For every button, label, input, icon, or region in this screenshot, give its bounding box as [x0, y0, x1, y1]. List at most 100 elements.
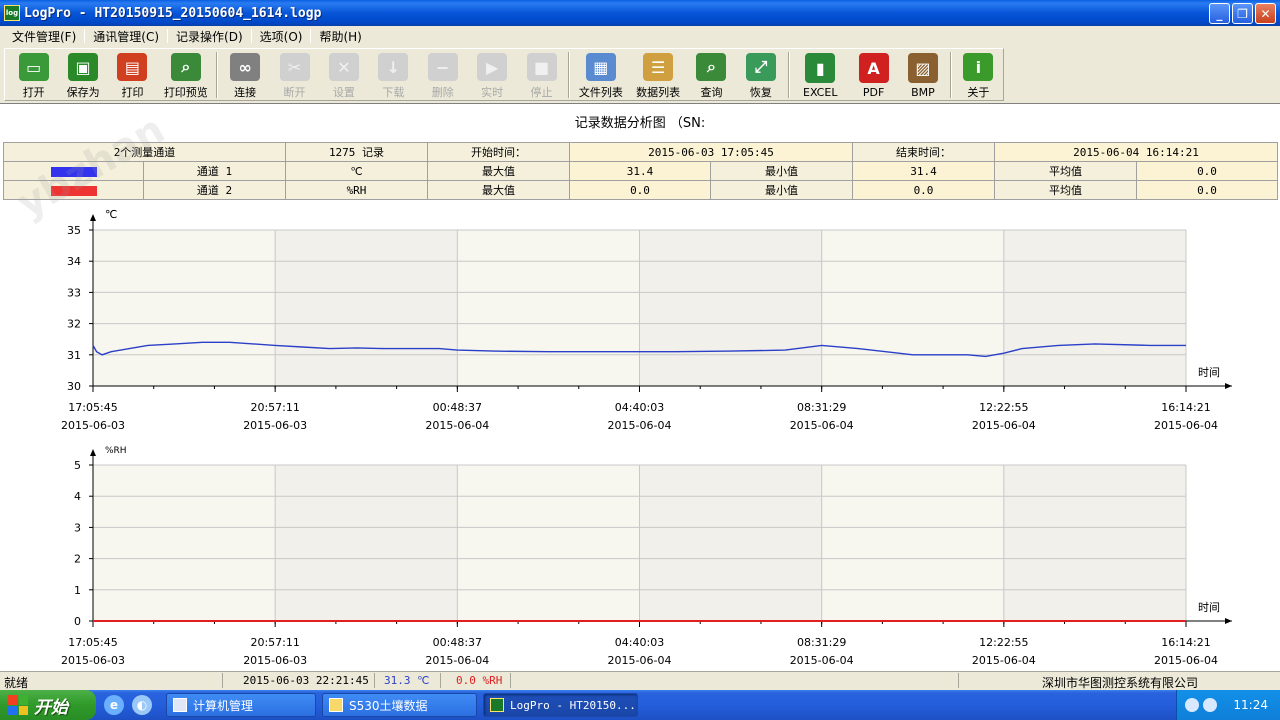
restore-icon: ⤢ — [745, 53, 776, 81]
x-tick-date: 2015-06-04 — [972, 654, 1036, 667]
toolbar-button-10[interactable]: ■ 停止 — [517, 49, 566, 100]
toolbar-button-6[interactable]: ✕ 设置 — [319, 49, 368, 100]
toolbar-button-13[interactable]: ⌕ 查询 — [687, 49, 736, 100]
x-axis-arrow — [1225, 618, 1232, 624]
toolbar-button-12[interactable]: ☰ 数据列表 — [630, 49, 687, 100]
task-folder[interactable]: S530土壤数据 — [322, 693, 477, 717]
clock[interactable]: 11:24 — [1233, 698, 1268, 712]
minimize-button[interactable]: _ — [1209, 3, 1230, 24]
excel-icon: ▮ — [805, 53, 836, 83]
search-icon: ⌕ — [696, 53, 727, 81]
toolbar-button-1[interactable]: ▣ 保存为 — [58, 49, 107, 100]
end-time-value: 2015-06-04 16:14:21 — [994, 142, 1278, 162]
toolbar-separator — [787, 52, 790, 98]
toolbar-button-0[interactable]: ▭ 打开 — [9, 49, 58, 100]
x-tick-date: 2015-06-04 — [972, 419, 1036, 432]
status-humidity: 0.0 %RH — [456, 674, 503, 687]
channel-name: 通道 1 — [143, 161, 286, 181]
toolbar-button-9[interactable]: ▶ 实时 — [467, 49, 516, 100]
status-time: 2015-06-03 22:21:45 — [243, 674, 369, 687]
toolbar-button-11[interactable]: ▦ 文件列表 — [572, 49, 629, 100]
toolbar-button-15[interactable]: ▮ EXCEL — [792, 49, 849, 100]
channel-row: 通道 1 ℃ 最大值 31.4 最小值 31.4 平均值 0.0 — [3, 161, 1278, 181]
x-tick-date: 2015-06-04 — [1154, 419, 1218, 432]
toolbar-button-18[interactable]: i 关于 — [954, 49, 1003, 100]
y-tick-label: 30 — [67, 380, 81, 393]
ie-quicklaunch-icon[interactable]: e — [104, 695, 124, 715]
task-logpro[interactable]: LogPro - HT20150... — [483, 693, 638, 717]
delete-icon: − — [427, 53, 458, 81]
plot-band — [275, 465, 458, 621]
status-separator — [440, 673, 441, 688]
windows-logo-icon — [8, 695, 28, 715]
toolbar-button-label: 关于 — [967, 86, 990, 99]
task-label: 计算机管理 — [193, 698, 254, 713]
x-tick-date: 2015-06-04 — [1154, 654, 1218, 667]
y-tick-label: 32 — [67, 318, 81, 331]
title-bar[interactable]: log LogPro - HT20150915_20150604_1614.lo… — [0, 0, 1280, 26]
menu-comm[interactable]: 通讯管理(C) — [85, 28, 167, 45]
min-label: 最小值 — [710, 161, 853, 181]
maximize-button[interactable]: ❐ — [1232, 3, 1253, 24]
toolbar-button-3[interactable]: ⌕ 打印预览 — [157, 49, 214, 100]
plot-band — [93, 230, 276, 386]
network-icon[interactable] — [1185, 698, 1200, 712]
task-computer-management[interactable]: 计算机管理 — [166, 693, 316, 717]
folder-icon — [329, 698, 343, 712]
toolbar-button-label: 下载 — [382, 86, 405, 99]
status-separator — [510, 673, 511, 688]
menu-options[interactable]: 选项(O) — [252, 28, 311, 45]
status-separator — [222, 673, 223, 688]
toolbar-button-2[interactable]: ▤ 打印 — [108, 49, 157, 100]
toolbar-button-14[interactable]: ⤢ 恢复 — [736, 49, 785, 100]
y-axis-label: %RH — [105, 446, 127, 456]
y-tick-label: 31 — [67, 349, 81, 362]
toolbar-button-7[interactable]: ↓ 下载 — [369, 49, 418, 100]
menu-help[interactable]: 帮助(H) — [311, 28, 369, 45]
media-quicklaunch-icon[interactable]: ◐ — [132, 695, 152, 715]
min-value: 0.0 — [852, 180, 995, 200]
menu-records[interactable]: 记录操作(D) — [168, 28, 251, 45]
min-value: 31.4 — [852, 161, 995, 181]
print-preview-icon: ⌕ — [170, 53, 201, 81]
toolbar-button-4[interactable]: ∞ 连接 — [220, 49, 269, 100]
status-separator — [958, 673, 959, 688]
toolbar-button-8[interactable]: − 删除 — [418, 49, 467, 100]
start-button[interactable]: 开始 — [0, 690, 96, 720]
y-tick-label: 2 — [74, 553, 81, 566]
summary-table: 2个测量通道 1275 记录 开始时间： 2015-06-03 17:05:45… — [3, 142, 1278, 200]
close-icon: ✕ — [1260, 6, 1271, 21]
channel-name: 通道 2 — [143, 180, 286, 200]
printer-icon: ▤ — [117, 53, 148, 81]
x-tick-date: 2015-06-04 — [790, 654, 854, 667]
task-label: S530土壤数据 — [349, 698, 428, 713]
y-tick-label: 4 — [74, 490, 81, 503]
system-tray: 11:24 — [1176, 690, 1280, 720]
toolbar-button-16[interactable]: A PDF — [849, 49, 898, 100]
plot-band — [275, 230, 458, 386]
toolbar-button-label: 连接 — [234, 86, 257, 99]
avg-value: 0.0 — [1136, 180, 1278, 200]
plot-band — [639, 465, 822, 621]
toolbar-button-label: 打开 — [22, 86, 45, 99]
toolbar-button-label: 删除 — [431, 86, 454, 99]
toolbar-button-17[interactable]: ▨ BMP — [898, 49, 947, 100]
plot-band — [639, 230, 822, 386]
x-tick-date: 2015-06-03 — [61, 654, 125, 667]
save-icon: ▣ — [68, 53, 99, 81]
toolbar-button-label: 停止 — [530, 86, 553, 99]
play-icon: ▶ — [477, 53, 508, 81]
status-company: 深圳市华图测控系统有限公司 — [1042, 676, 1199, 690]
x-tick-time: 17:05:45 — [68, 636, 117, 649]
volume-icon[interactable] — [1203, 698, 1218, 712]
toolbar-button-5[interactable]: ✂ 断开 — [270, 49, 319, 100]
records-count: 1275 记录 — [285, 142, 428, 162]
toolbar-button-label: 数据列表 — [636, 86, 681, 99]
restore-window-icon: ❐ — [1237, 6, 1248, 21]
bmp-icon: ▨ — [907, 53, 938, 83]
channel-unit: ℃ — [285, 161, 428, 181]
menu-file[interactable]: 文件管理(F) — [4, 28, 84, 45]
close-button[interactable]: ✕ — [1255, 3, 1276, 24]
avg-value: 0.0 — [1136, 161, 1278, 181]
max-label: 最大值 — [427, 180, 570, 200]
